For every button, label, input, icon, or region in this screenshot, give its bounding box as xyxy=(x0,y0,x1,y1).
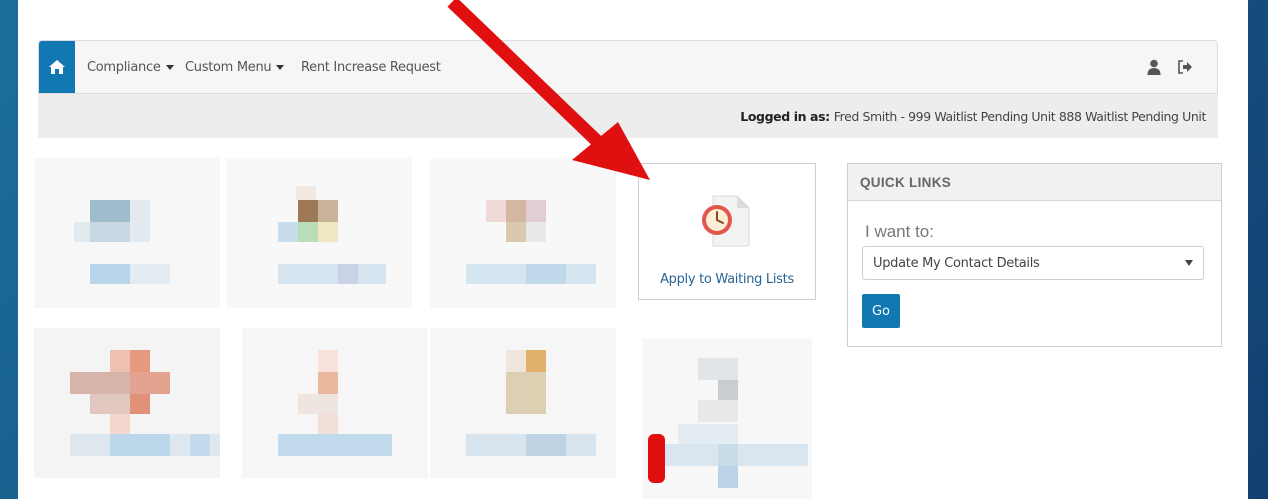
annotation-arrow-icon xyxy=(447,0,650,180)
